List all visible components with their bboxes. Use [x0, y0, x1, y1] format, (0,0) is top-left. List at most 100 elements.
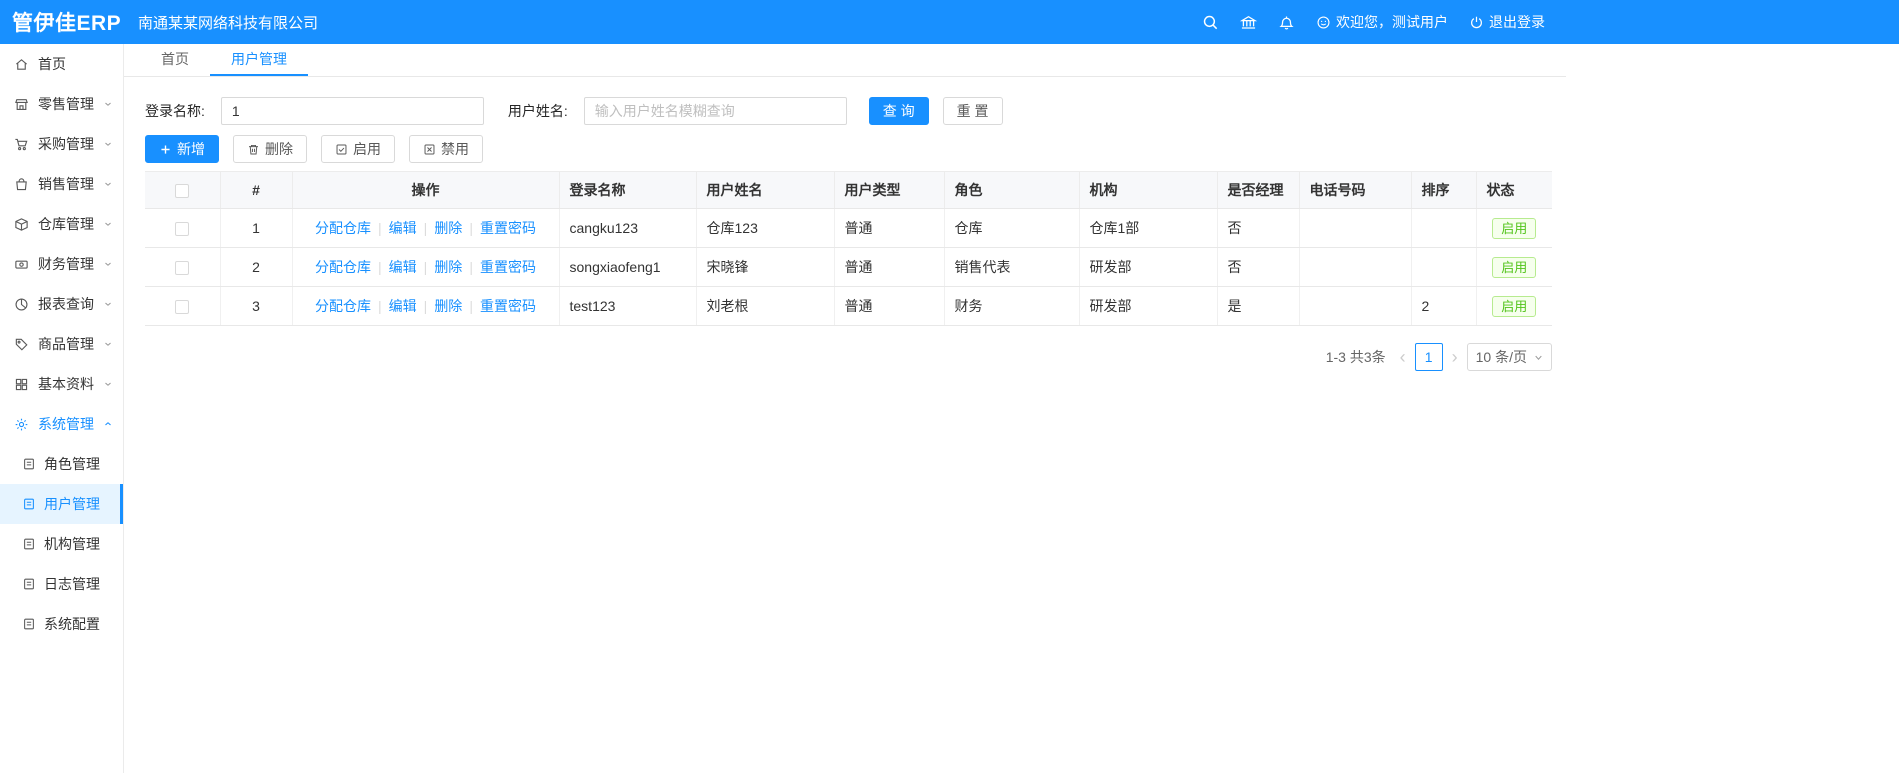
shop-icon — [14, 97, 29, 112]
sidebar: 首页 零售管理 采购管理 销售管理 仓库管理 财务管理 报表查询 商品管理 基本… — [0, 44, 124, 773]
login-name-label: 登录名称: — [145, 103, 205, 119]
tab-home[interactable]: 首页 — [140, 44, 210, 76]
chevron-down-icon — [103, 379, 113, 389]
logout-icon — [1469, 15, 1484, 30]
select-all-checkbox[interactable] — [175, 184, 190, 199]
reset-password-link[interactable]: 重置密码 — [480, 259, 536, 275]
col-role: 角色 — [944, 171, 1080, 209]
user-doc-icon — [22, 497, 36, 511]
user-table-wrap: # 操作 登录名称 用户姓名 用户类型 角色 机构 是否经理 电话号码 排序 状… — [145, 171, 1552, 326]
col-index: # — [220, 171, 293, 209]
chevron-down-icon — [103, 99, 113, 109]
app-logo: 管伊佳ERP — [12, 12, 122, 35]
sidebar-subitem-logs[interactable]: 日志管理 — [0, 564, 123, 604]
reset-button[interactable]: 重 置 — [942, 97, 1003, 125]
chevron-down-icon — [103, 259, 113, 269]
pie-chart-icon — [14, 297, 29, 312]
search-icon[interactable] — [1202, 14, 1219, 31]
search-button[interactable]: 查 询 — [868, 97, 929, 125]
col-manager: 是否经理 — [1217, 171, 1300, 209]
row-checkbox[interactable] — [175, 222, 190, 237]
login-name-input[interactable] — [220, 97, 484, 125]
table-row: 2 分配仓库 | 编辑 | 删除 | 重置密码 songxiaofeng1 宋晓锋 普通 销… — [145, 247, 1552, 287]
sidebar-item-report[interactable]: 报表查询 — [0, 284, 123, 324]
assign-warehouse-link[interactable]: 分配仓库 — [315, 298, 371, 314]
chevron-down-icon — [103, 299, 113, 309]
plus-icon — [161, 144, 170, 154]
edit-link[interactable]: 编辑 — [389, 220, 417, 236]
col-status: 状态 — [1476, 171, 1552, 209]
sidebar-item-finance[interactable]: 财务管理 — [0, 244, 123, 284]
reset-password-link[interactable]: 重置密码 — [480, 220, 536, 236]
page-size-select[interactable]: 10 条/页 — [1466, 343, 1552, 371]
edit-link[interactable]: 编辑 — [389, 259, 417, 275]
sidebar-item-goods[interactable]: 商品管理 — [0, 324, 123, 364]
filter-row: 登录名称: 用户姓名: 查 询 重 置 — [145, 97, 1552, 125]
col-operations: 操作 — [292, 171, 560, 209]
bell-icon[interactable] — [1278, 14, 1295, 31]
edit-link[interactable]: 编辑 — [389, 298, 417, 314]
col-phone: 电话号码 — [1299, 171, 1412, 209]
status-badge: 启用 — [1492, 217, 1537, 239]
sidebar-subitem-roles[interactable]: 角色管理 — [0, 444, 123, 484]
disable-button[interactable]: 禁用 — [409, 135, 483, 163]
reset-password-link[interactable]: 重置密码 — [480, 298, 536, 314]
pagination-total: 1-3 共3条 — [1325, 349, 1386, 365]
bag-icon — [14, 177, 29, 192]
status-badge: 启用 — [1492, 295, 1537, 317]
caret-down-icon — [1534, 353, 1543, 362]
topbar: 管伊佳ERP 南通某某网络科技有限公司 欢迎您，测试用户 退出登录 — [0, 0, 1899, 44]
box-icon — [14, 217, 29, 232]
enable-button[interactable]: 启用 — [321, 135, 395, 163]
money-icon — [14, 257, 29, 272]
page-number-button[interactable]: 1 — [1414, 343, 1443, 371]
chevron-down-icon — [103, 179, 113, 189]
assign-warehouse-link[interactable]: 分配仓库 — [315, 259, 371, 275]
delete-button[interactable]: 删除 — [233, 135, 307, 163]
main-area: 首页 用户管理 登录名称: 用户姓名: 查 询 重 置 — [124, 44, 1566, 773]
delete-link[interactable]: 删除 — [434, 220, 462, 236]
sidebar-item-retail[interactable]: 零售管理 — [0, 84, 123, 124]
user-name-input[interactable] — [583, 97, 847, 125]
sidebar-item-warehouse[interactable]: 仓库管理 — [0, 204, 123, 244]
sidebar-item-system[interactable]: 系统管理 — [0, 404, 123, 444]
next-page-button[interactable]: › — [1452, 343, 1458, 371]
prev-page-button[interactable]: ‹ — [1400, 343, 1406, 371]
chevron-down-icon — [103, 139, 113, 149]
table-header-row: # 操作 登录名称 用户姓名 用户类型 角色 机构 是否经理 电话号码 排序 状… — [145, 171, 1552, 209]
logout-button[interactable]: 退出登录 — [1469, 12, 1545, 32]
sidebar-item-sales[interactable]: 销售管理 — [0, 164, 123, 204]
tab-bar: 首页 用户管理 — [124, 44, 1566, 77]
sidebar-subitem-config[interactable]: 系统配置 — [0, 604, 123, 644]
user-name-label: 用户姓名: — [507, 103, 568, 119]
chevron-up-icon — [103, 419, 113, 429]
col-sort: 排序 — [1411, 171, 1477, 209]
assign-warehouse-link[interactable]: 分配仓库 — [315, 220, 371, 236]
bank-icon[interactable] — [1240, 14, 1257, 31]
user-table: # 操作 登录名称 用户姓名 用户类型 角色 机构 是否经理 电话号码 排序 状… — [145, 171, 1552, 326]
add-button[interactable]: 新增 — [145, 135, 219, 163]
user-circle-icon — [1316, 15, 1331, 30]
sidebar-subitem-users[interactable]: 用户管理 — [0, 484, 123, 524]
sidebar-item-basic-data[interactable]: 基本资料 — [0, 364, 123, 404]
sidebar-item-purchase[interactable]: 采购管理 — [0, 124, 123, 164]
toolbar: 新增 删除 启用 禁用 — [145, 135, 1552, 163]
home-icon — [14, 57, 29, 72]
delete-link[interactable]: 删除 — [434, 298, 462, 314]
status-badge: 启用 — [1492, 256, 1537, 278]
delete-link[interactable]: 删除 — [434, 259, 462, 275]
config-doc-icon — [22, 617, 36, 631]
role-doc-icon — [22, 457, 36, 471]
table-row: 1 分配仓库 | 编辑 | 删除 | 重置密码 cangku123 仓库123 普通 仓库 … — [145, 208, 1552, 248]
row-checkbox[interactable] — [175, 300, 190, 315]
pagination: 1-3 共3条 ‹ 1 › 10 条/页 — [145, 343, 1552, 371]
welcome-user[interactable]: 欢迎您，测试用户 — [1316, 12, 1448, 32]
row-checkbox[interactable] — [175, 261, 190, 276]
trash-icon — [249, 144, 258, 154]
sidebar-subitem-orgs[interactable]: 机构管理 — [0, 524, 123, 564]
chevron-down-icon — [103, 339, 113, 349]
tab-user-management[interactable]: 用户管理 — [210, 44, 308, 76]
sidebar-item-home[interactable]: 首页 — [0, 44, 123, 84]
col-type: 用户类型 — [834, 171, 945, 209]
welcome-text: 欢迎您，测试用户 — [1336, 14, 1448, 30]
